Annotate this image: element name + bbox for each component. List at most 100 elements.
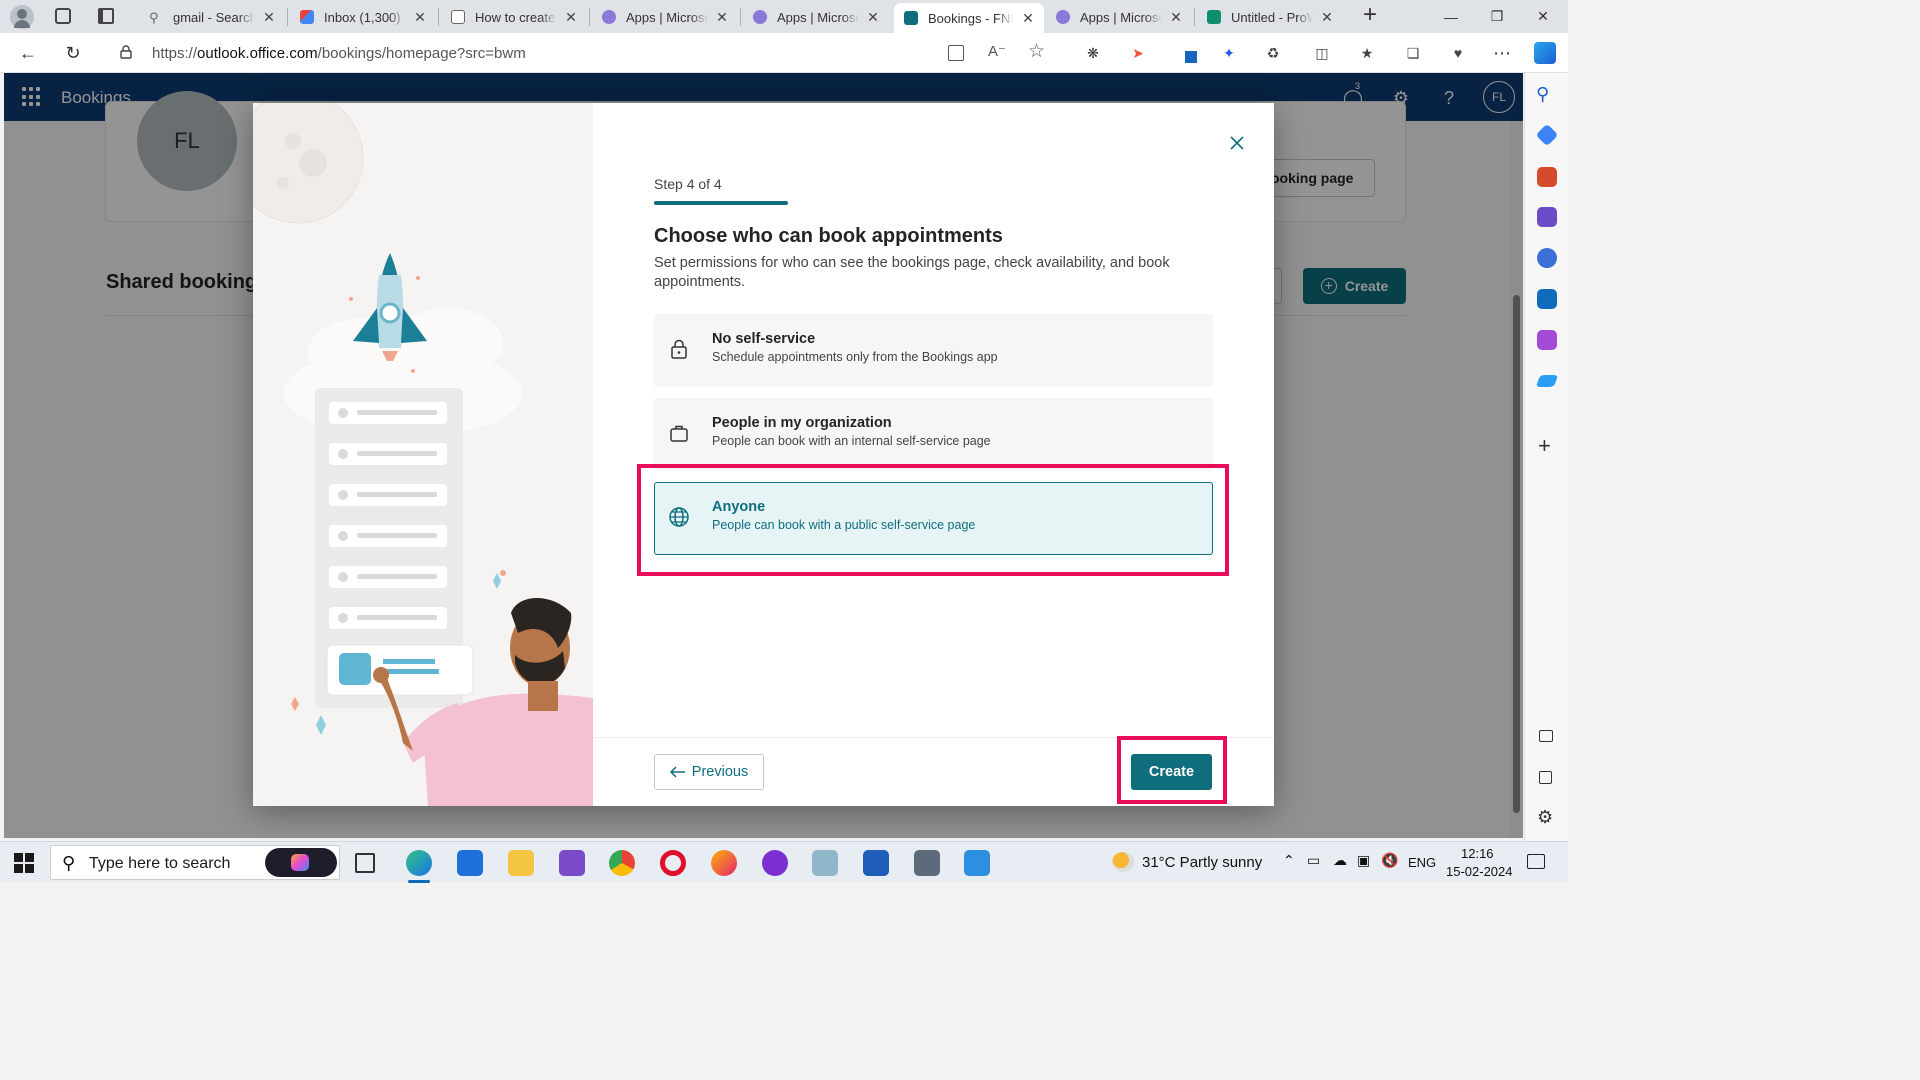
send-icon[interactable] <box>1535 375 1559 387</box>
new-tab-icon[interactable]: + <box>1357 3 1383 29</box>
copilot-icon[interactable] <box>1534 42 1556 64</box>
collections-icon[interactable]: ❏ <box>1402 42 1424 64</box>
shopping-icon[interactable] <box>1535 123 1559 147</box>
close-tab-icon[interactable]: ✕ <box>1168 9 1184 26</box>
app-available-icon[interactable] <box>948 45 964 61</box>
photos-app-icon[interactable] <box>964 850 990 876</box>
back-icon[interactable]: ← <box>15 40 41 66</box>
weather-icon[interactable] <box>1112 852 1134 872</box>
show-hidden-icons[interactable]: ⌃ <box>1283 852 1295 869</box>
copilot-icon[interactable] <box>265 848 337 877</box>
gmail-icon <box>300 10 314 24</box>
app-mask-icon[interactable] <box>762 850 788 876</box>
remote-desktop-icon[interactable] <box>914 850 940 876</box>
highlight-create-button <box>1117 736 1227 804</box>
mail-icon[interactable] <box>457 850 483 876</box>
search-icon[interactable]: ⚲ <box>1536 84 1549 105</box>
extension-swift-icon[interactable]: ➤ <box>1127 42 1149 64</box>
browser-tab[interactable]: Apps | Microsof ✕ <box>592 3 738 31</box>
designer-icon[interactable] <box>1537 330 1557 350</box>
close-window-icon[interactable]: ✕ <box>1520 0 1566 33</box>
outlook-icon[interactable] <box>1537 289 1557 309</box>
address-bar[interactable]: https://outlook.office.com/bookings/home… <box>104 37 1064 69</box>
dialog-subtitle: Set permissions for who can see the book… <box>654 255 1170 290</box>
read-aloud-icon[interactable]: A⁻ <box>988 42 1006 60</box>
chrome-icon[interactable] <box>609 850 635 876</box>
firefox-icon[interactable] <box>711 850 737 876</box>
refresh-icon[interactable]: ↻ <box>60 40 86 66</box>
browser-essentials-icon[interactable]: ♥ <box>1447 42 1469 64</box>
prowriting-icon <box>1207 10 1221 24</box>
tab-actions-icon[interactable] <box>98 8 114 24</box>
favorites-icon[interactable]: ★ <box>1356 42 1378 64</box>
minimize-icon[interactable]: — <box>1428 0 1474 33</box>
option-people-in-organization[interactable]: People in my organization People can boo… <box>654 398 1213 471</box>
create-booking-dialog: Step 4 of 4 Choose who can book appointm… <box>253 103 1274 806</box>
browser-tab-active[interactable]: Bookings - FNU ✕ <box>894 3 1044 33</box>
apps-icon <box>1056 10 1070 24</box>
browser-tab[interactable]: Inbox (1,300) - r ✕ <box>290 3 436 31</box>
close-tab-icon[interactable]: ✕ <box>563 9 579 26</box>
profile-icon[interactable] <box>10 5 34 29</box>
edge-icon[interactable] <box>406 850 432 876</box>
option-description: Schedule appointments only from the Book… <box>712 350 998 364</box>
clock-time[interactable]: 12:16 <box>1461 846 1494 861</box>
edge-sidebar: ⚲ + ⚙ <box>1524 73 1568 841</box>
browser-tab[interactable]: Untitled - ProW ✕ <box>1197 3 1343 31</box>
restore-icon[interactable]: ❐ <box>1474 0 1520 33</box>
split-screen-icon[interactable]: ◫ <box>1311 42 1333 64</box>
language-indicator[interactable]: ENG <box>1408 855 1436 870</box>
taskbar-search[interactable]: ⚲ Type here to search <box>50 845 340 880</box>
browser-tab[interactable]: How to create N ✕ <box>441 3 587 31</box>
windows-start-icon[interactable] <box>14 853 34 873</box>
notifications-center-icon[interactable] <box>1527 854 1545 869</box>
browser-tab[interactable]: Apps | Microsof ✕ <box>1046 3 1192 31</box>
highlight-anyone-option <box>637 464 1229 576</box>
step-progress-bar <box>654 201 788 205</box>
illustration-art <box>253 103 593 806</box>
more-icon[interactable]: ⋯ <box>1491 42 1513 64</box>
battery-icon[interactable]: ▭ <box>1307 852 1320 869</box>
games-icon[interactable] <box>1537 207 1557 227</box>
browser-tab[interactable]: Apps | Microsof ✕ <box>743 3 889 31</box>
lock-icon <box>668 338 690 360</box>
notes-app-icon[interactable] <box>812 850 838 876</box>
option-title: No self-service <box>712 331 816 347</box>
network-icon[interactable]: ☁ <box>1333 852 1347 869</box>
extension-flame-icon[interactable]: ✦ <box>1218 42 1240 64</box>
close-tab-icon[interactable]: ✕ <box>1319 9 1335 26</box>
clock-date[interactable]: 15-02-2024 <box>1446 864 1513 879</box>
microsoft365-icon[interactable] <box>1537 248 1557 268</box>
close-dialog-button[interactable] <box>1223 129 1251 157</box>
opera-icon[interactable] <box>660 850 686 876</box>
close-tab-icon[interactable]: ✕ <box>714 9 730 26</box>
add-icon[interactable]: + <box>1538 433 1551 459</box>
tools-icon[interactable] <box>1537 167 1557 187</box>
task-view-icon[interactable] <box>355 853 375 873</box>
volume-muted-icon[interactable]: 🔇 <box>1381 852 1398 869</box>
extensions-icon[interactable]: ♻ <box>1262 42 1284 64</box>
close-tab-icon[interactable]: ✕ <box>865 9 881 26</box>
browser-tab[interactable]: ⚲ gmail - Search ✕ <box>139 3 285 31</box>
favorite-icon[interactable]: ☆ <box>1028 40 1045 63</box>
option-no-self-service[interactable]: No self-service Schedule appointments on… <box>654 314 1213 387</box>
open-external-icon[interactable] <box>1539 771 1552 784</box>
search-icon: ⚲ <box>62 853 76 873</box>
sidebar-settings-icon[interactable]: ⚙ <box>1537 807 1553 828</box>
close-tab-icon[interactable]: ✕ <box>261 9 277 26</box>
rocket-illustration <box>253 103 593 806</box>
close-tab-icon[interactable]: ✕ <box>1020 10 1036 27</box>
previous-button[interactable]: Previous <box>654 754 764 790</box>
dialog-content: Step 4 of 4 Choose who can book appointm… <box>593 103 1274 806</box>
weather-text[interactable]: 31°C Partly sunny <box>1142 854 1262 871</box>
windows-taskbar: ⚲ Type here to search 31°C Partly sunny … <box>0 841 1568 883</box>
extension-bug-icon[interactable]: ❋ <box>1082 42 1104 64</box>
file-explorer-icon[interactable] <box>508 850 534 876</box>
display-icon[interactable]: ▣ <box>1357 852 1370 869</box>
extension-pen-icon[interactable] <box>1176 42 1198 64</box>
close-tab-icon[interactable]: ✕ <box>412 9 428 26</box>
visual-studio-icon[interactable] <box>559 850 585 876</box>
word-icon[interactable] <box>863 850 889 876</box>
sidebar-panel-icon[interactable] <box>1539 730 1553 742</box>
workspaces-icon[interactable] <box>55 8 71 24</box>
